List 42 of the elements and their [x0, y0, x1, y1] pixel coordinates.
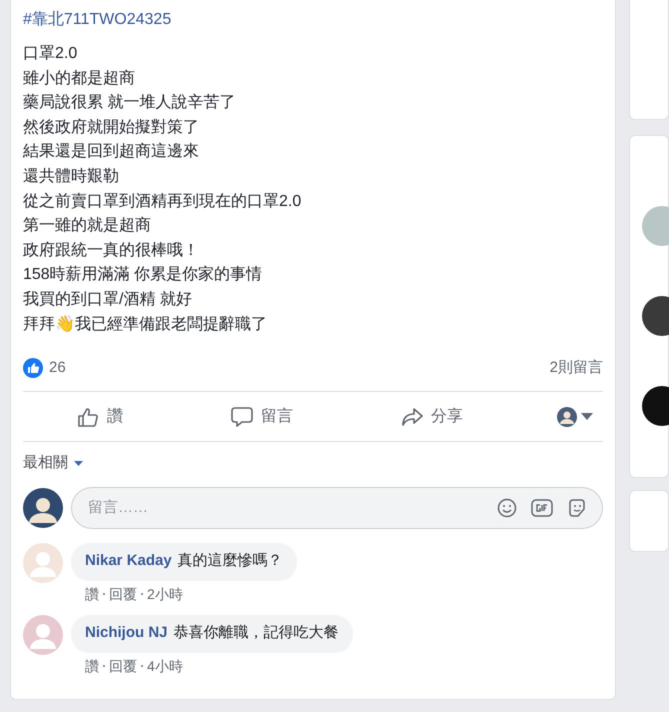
avatar	[23, 488, 63, 528]
like-reaction-icon	[23, 358, 43, 378]
post-text-line: 拜拜👋我已經準備跟老闆提辭職了	[23, 314, 268, 335]
comment-time[interactable]: 4小時	[147, 656, 183, 677]
emoji-icon[interactable]	[497, 498, 517, 518]
post-text-line: 第一雖的就是超商	[23, 216, 152, 236]
like-button[interactable]: 讚	[67, 398, 133, 435]
post-text-line: 藥局說很累 就一堆人說辛苦了	[23, 92, 236, 114]
gif-icon[interactable]	[531, 498, 553, 518]
post-text-line: 158時薪用滿滿 你累是你家的事情	[23, 264, 264, 286]
comment-author[interactable]: Nichijou NJ	[85, 622, 168, 645]
post-text-line: 從之前賣口罩到酒精再到現在的口罩2.0	[23, 192, 302, 212]
comment-text: 真的這麼慘嗎？	[178, 551, 283, 572]
like-link[interactable]: 讚	[85, 656, 99, 677]
share-arrow-icon	[401, 406, 423, 428]
comment-text: 恭喜你離職，記得吃大餐	[174, 623, 339, 644]
sort-selector[interactable]: 最相關	[23, 452, 68, 475]
comment-button[interactable]: 留言	[221, 398, 303, 435]
sticker-icon[interactable]	[567, 498, 587, 518]
comment-input[interactable]: 留言……	[71, 486, 603, 529]
post-text-line: 口罩2.0	[23, 44, 78, 64]
avatar[interactable]	[557, 406, 577, 427]
caret-icon[interactable]	[74, 460, 83, 466]
like-link[interactable]: 讚	[85, 584, 99, 605]
comment-count[interactable]: 2則留言	[550, 356, 603, 380]
share-button[interactable]: 分享	[391, 398, 473, 435]
post-text-line: 還共體時艱勒	[23, 166, 120, 187]
caret-icon[interactable]	[581, 413, 593, 420]
thumbs-up-icon	[77, 406, 99, 428]
speech-bubble-icon	[231, 406, 253, 428]
comment-author[interactable]: Nikar Kaday	[85, 550, 172, 573]
post-text-line: 政府跟統一真的很棒哦！	[23, 240, 200, 261]
post-text-line: 雖小的都是超商	[23, 68, 136, 89]
post-text-line: 我買的到口罩/酒精 就好	[23, 290, 193, 310]
reply-link[interactable]: 回覆	[109, 656, 137, 677]
comment-time[interactable]: 2小時	[147, 584, 183, 605]
sidebar-card	[629, 490, 669, 552]
hashtag-link[interactable]: #靠北711TWO24325	[23, 0, 603, 32]
like-count[interactable]: 26	[49, 356, 66, 380]
post-text-line: 結果還是回到超商這邊來	[23, 142, 200, 162]
reply-link[interactable]: 回覆	[109, 584, 137, 605]
post-text-line: 然後政府就開始擬對策了	[23, 118, 200, 138]
